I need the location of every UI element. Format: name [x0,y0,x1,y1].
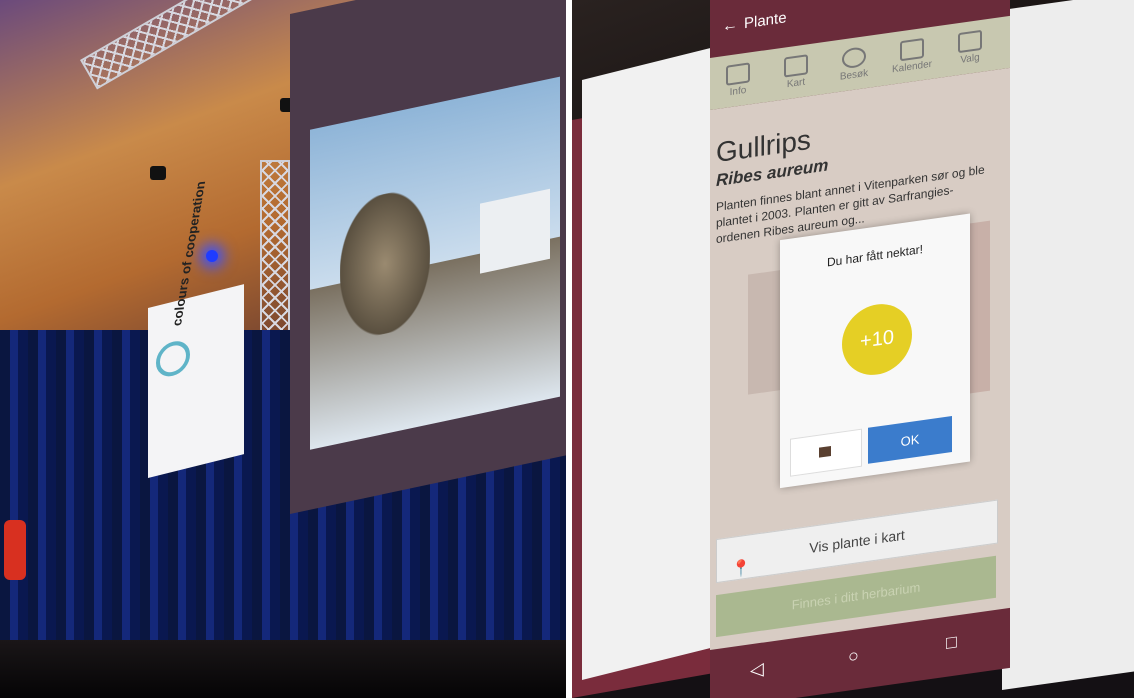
tab-label: Info [729,84,747,99]
event-logo-icon [156,337,190,381]
home-icon[interactable]: ○ [848,645,859,668]
presenter [4,520,26,580]
tab-map[interactable]: Kart [772,53,820,93]
blue-stage-light [206,250,218,262]
right-photo-app-projection: ← Plante Info Kart Besøk Kalender Valg G… [572,0,1134,698]
tab-label: Besøk [839,67,869,83]
tab-label: Kalender [891,58,933,76]
tab-label: Valg [960,52,980,66]
tab-info[interactable]: Info [714,61,762,101]
map-button-label: Vis plante i kart [809,526,905,557]
stage-floor [0,640,566,698]
nectar-points-badge: +10 [842,299,912,380]
tab-label: Kart [786,76,806,91]
bag-button[interactable] [790,428,862,477]
map-icon [784,54,808,78]
back-icon[interactable]: ◁ [750,658,764,681]
fingerprint-icon [842,46,866,70]
reward-dialog: Du har fått nektar! +10 OK [780,213,970,489]
dialog-title: Du har fått nektar! [826,242,924,270]
sponsor-screen: colours of cooperation [148,181,244,478]
tree-image [340,184,430,344]
screen-margin-left [582,47,712,681]
recents-icon[interactable]: □ [946,631,957,654]
projection-screen [290,0,566,515]
herbarium-button-label: Finnes i ditt herbarium [791,579,921,613]
bag-icon [819,445,831,458]
tab-visit[interactable]: Besøk [830,44,878,84]
tab-choice[interactable]: Valg [946,28,994,68]
spotlight-fixture [150,166,166,180]
info-icon [726,62,750,86]
back-arrow-icon[interactable]: ← [722,16,738,36]
screen-margin-right [1002,0,1134,691]
tab-calendar[interactable]: Kalender [888,36,936,76]
calendar-icon [900,37,924,62]
app-title: Plante [744,9,787,33]
ok-button[interactable]: OK [868,415,952,464]
building-image [480,188,550,274]
mobile-app-screen: ← Plante Info Kart Besøk Kalender Valg G… [710,0,1010,698]
location-pin-icon: 📍 [731,559,751,580]
left-photo-stage: colours of cooperation [0,0,566,698]
choice-icon [958,29,982,54]
